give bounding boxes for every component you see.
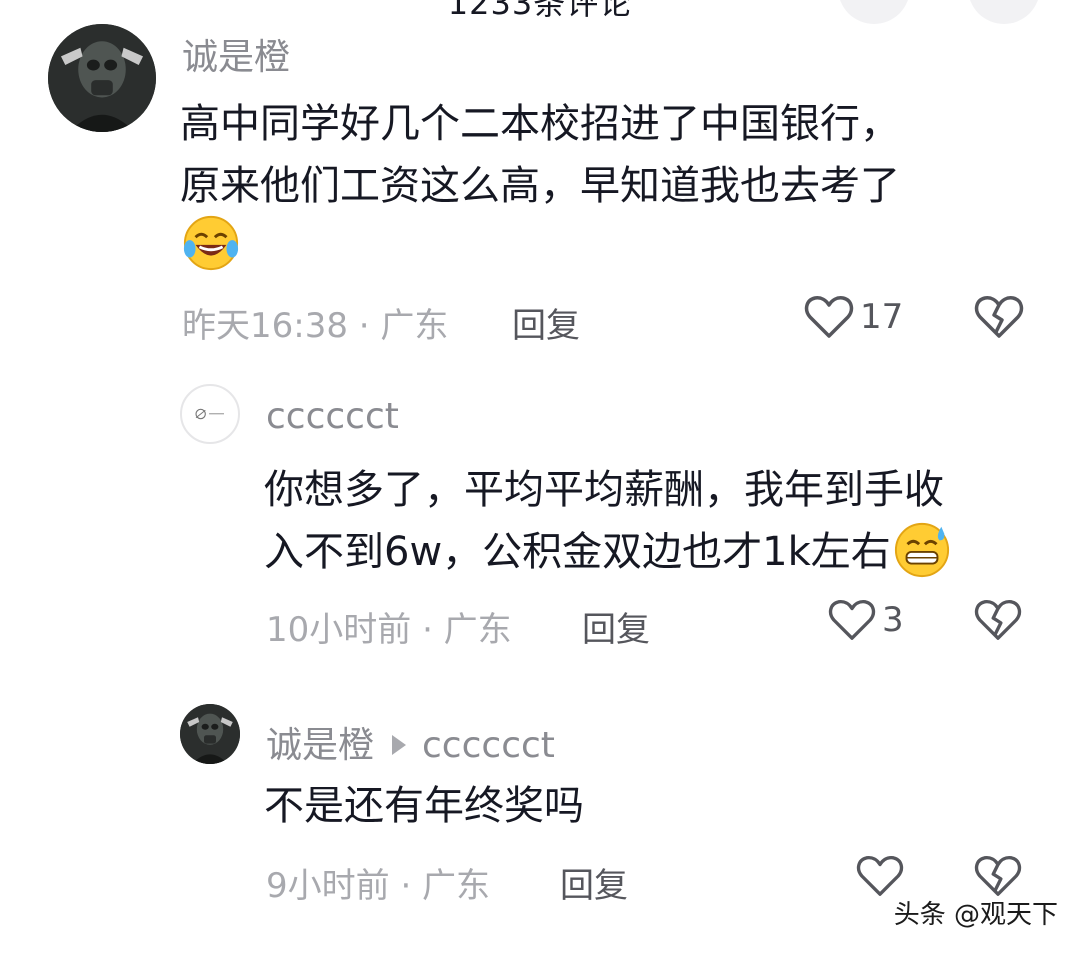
dislike-button[interactable] [974, 294, 1024, 340]
laughing-crying-emoji [182, 214, 240, 272]
comment-text-line: 原来他们工资这么高，早知道我也去考了 [180, 163, 900, 209]
like-button[interactable]: 3 [828, 598, 904, 642]
like-count: 17 [860, 297, 904, 337]
avatar[interactable] [180, 704, 240, 764]
heart-icon [804, 296, 854, 338]
sweat-smile-emoji [894, 522, 949, 578]
avatar[interactable] [180, 384, 240, 444]
comment-username[interactable]: cccccct [266, 396, 399, 437]
comment-username[interactable]: 诚是橙 [182, 28, 290, 80]
dislike-button[interactable] [974, 598, 1022, 642]
reply-header: 诚是橙 cccccct [266, 716, 555, 768]
like-button[interactable]: 17 [804, 294, 903, 340]
avatar-image [180, 704, 240, 764]
heart-icon [828, 599, 876, 640]
comments-header: 1233条评论 [0, 0, 1080, 24]
like-button[interactable] [856, 854, 910, 898]
avatar[interactable] [48, 24, 156, 132]
reply-arrow-icon [392, 735, 407, 755]
comment-username[interactable]: 诚是橙 [266, 725, 374, 766]
like-count: 3 [882, 600, 904, 640]
comment-time-location: 9小时前 · 广东 [266, 866, 491, 906]
comment-text-line: 入不到6w，公积金双边也才1k左右 [264, 520, 951, 584]
comment-time-location: 10小时前 · 广东 [266, 610, 512, 650]
comment-time-location: 昨天16:38 · 广东 [182, 306, 449, 346]
dislike-icon [974, 296, 1024, 338]
comments-count-title: 1233条评论 [447, 0, 633, 22]
comment-text-line: 不是还有年终奖吗 [264, 783, 584, 829]
reply-to-username[interactable]: cccccct [422, 725, 555, 766]
watermark: 头条 @观天下 [893, 900, 1058, 930]
comment-text-line: 你想多了，平均平均薪酬，我年到手收 [264, 467, 944, 513]
dislike-button[interactable] [974, 854, 1022, 898]
heart-icon [856, 855, 904, 896]
reply-button[interactable]: 回复 [582, 602, 650, 651]
dislike-icon [974, 599, 1022, 640]
comment-text-line: 高中同学好几个二本校招进了中国银行， [180, 101, 900, 147]
avatar-image [48, 24, 156, 132]
reply-button[interactable]: 回复 [560, 858, 628, 907]
reply-button[interactable]: 回复 [512, 298, 580, 347]
avatar-image [195, 408, 224, 420]
dislike-icon [974, 855, 1022, 896]
